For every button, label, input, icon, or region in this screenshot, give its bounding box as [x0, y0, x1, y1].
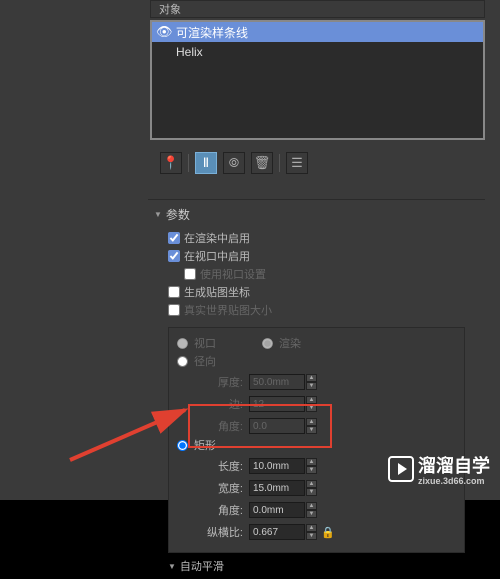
checkbox-label: 自动平滑: [180, 558, 224, 574]
spinner-up-icon[interactable]: ▲: [306, 374, 317, 382]
param-label: 宽度:: [199, 480, 243, 496]
radial-radio-row[interactable]: 径向: [177, 352, 456, 370]
sides-spinner[interactable]: ▲▼: [249, 396, 317, 412]
render-radio[interactable]: [262, 338, 273, 349]
list-item-label: 可渲染样条线: [176, 24, 248, 41]
collapse-icon: ▼: [154, 210, 162, 219]
delete-button[interactable]: 🗑: [251, 152, 273, 174]
visibility-icon[interactable]: 👁: [156, 24, 176, 40]
spinner-input[interactable]: [249, 458, 305, 474]
watermark-brand: 溜溜自学: [418, 456, 490, 476]
thickness-spinner[interactable]: ▲▼: [249, 374, 317, 390]
param-label: 角度:: [199, 502, 243, 518]
object-list[interactable]: 👁 可渲染样条线 Helix: [150, 20, 485, 140]
checkbox-label: 在渲染中启用: [184, 230, 250, 246]
aspect-row: 纵横比: ▲▼ 🔒: [199, 522, 456, 542]
auto-smooth-checkbox[interactable]: ▼ 自动平滑: [168, 557, 465, 575]
watermark-url: zixue.3d66.com: [418, 476, 490, 486]
modifier-toolbar: 📍 Ⅱ ⦾ 🗑 ☰: [160, 148, 308, 178]
checkbox-label: 在视口中启用: [184, 248, 250, 264]
spinner-up-icon[interactable]: ▲: [306, 480, 317, 488]
checkbox-input[interactable]: [168, 250, 180, 262]
spinner-down-icon[interactable]: ▼: [306, 382, 317, 390]
checkbox-label: 使用视口设置: [200, 266, 266, 282]
enable-render-checkbox[interactable]: 在渲染中启用: [168, 229, 465, 247]
rect-angle-row: 角度: ▲▼: [199, 500, 456, 520]
spinner-up-icon[interactable]: ▲: [306, 418, 317, 426]
radio-label: 渲染: [279, 335, 309, 351]
topbar-label: 对象: [159, 1, 181, 17]
configure-button[interactable]: ☰: [286, 152, 308, 174]
radio-label: 视口: [194, 335, 224, 351]
spinner-down-icon[interactable]: ▼: [306, 510, 317, 518]
topbar: 对象: [150, 0, 485, 18]
use-viewport-checkbox[interactable]: 使用视口设置: [168, 265, 465, 283]
param-label: 边:: [199, 396, 243, 412]
spinner-down-icon[interactable]: ▼: [306, 488, 317, 496]
rect-radio[interactable]: [177, 440, 188, 451]
param-label: 角度:: [199, 418, 243, 434]
info-icon: Ⅱ: [203, 155, 209, 171]
radial-angle-row: 角度: ▲▼: [199, 416, 456, 436]
spinner-down-icon[interactable]: ▼: [306, 426, 317, 434]
list-item[interactable]: Helix: [152, 42, 483, 62]
spinner-up-icon[interactable]: ▲: [306, 524, 317, 532]
thickness-row: 厚度: ▲▼: [199, 372, 456, 392]
trash-icon: 🗑: [254, 155, 271, 171]
length-spinner[interactable]: ▲▼: [249, 458, 317, 474]
width-spinner[interactable]: ▲▼: [249, 480, 317, 496]
aspect-spinner[interactable]: ▲▼: [249, 524, 317, 540]
spinner-down-icon[interactable]: ▼: [306, 466, 317, 474]
viewport-render-radio-row: 视口 渲染: [177, 334, 456, 352]
spinner-input[interactable]: [249, 418, 305, 434]
link-icon: ⦾: [229, 155, 239, 171]
section-title: 参数: [166, 206, 190, 223]
spinner-up-icon[interactable]: ▲: [306, 502, 317, 510]
checkbox-input[interactable]: [168, 304, 180, 316]
section-header[interactable]: ▼ 参数: [148, 204, 485, 225]
list-item[interactable]: 👁 可渲染样条线: [152, 22, 483, 42]
pin-button[interactable]: 📍: [160, 152, 182, 174]
spinner-input[interactable]: [249, 502, 305, 518]
radio-label: 矩形: [194, 437, 216, 453]
checkbox-label: 生成贴图坐标: [184, 284, 250, 300]
spinner-input[interactable]: [249, 524, 305, 540]
shape-group: 视口 渲染 径向 厚度: ▲▼: [168, 327, 465, 553]
radial-radio[interactable]: [177, 356, 188, 367]
lock-icon[interactable]: 🔒: [321, 526, 335, 539]
angle-spinner[interactable]: ▲▼: [249, 418, 317, 434]
viewport-radio[interactable]: [177, 338, 188, 349]
real-world-checkbox[interactable]: 真实世界贴图大小: [168, 301, 465, 319]
spinner-down-icon[interactable]: ▼: [306, 404, 317, 412]
param-label: 纵横比:: [199, 524, 243, 540]
list-item-label: Helix: [176, 45, 203, 59]
spinner-input[interactable]: [249, 480, 305, 496]
spinner-input[interactable]: [249, 396, 305, 412]
spinner-up-icon[interactable]: ▲: [306, 458, 317, 466]
checkbox-input[interactable]: [184, 268, 196, 280]
watermark: 溜溜自学 zixue.3d66.com: [388, 452, 490, 486]
enable-viewport-checkbox[interactable]: 在视口中启用: [168, 247, 465, 265]
play-icon: [388, 456, 414, 482]
checkbox-input[interactable]: [168, 286, 180, 298]
param-label: 长度:: [199, 458, 243, 474]
param-label: 厚度:: [199, 374, 243, 390]
gen-map-checkbox[interactable]: 生成贴图坐标: [168, 283, 465, 301]
radio-label: 径向: [194, 353, 216, 369]
config-icon: ☰: [291, 155, 303, 171]
make-unique-button[interactable]: ⦾: [223, 152, 245, 174]
angle-spinner[interactable]: ▲▼: [249, 502, 317, 518]
spinner-up-icon[interactable]: ▲: [306, 396, 317, 404]
parameters-section: ▼ 参数 在渲染中启用 在视口中启用 使用视口设置 生成贴图坐标 真实世: [148, 195, 485, 579]
spinner-down-icon[interactable]: ▼: [306, 532, 317, 540]
spinner-input[interactable]: [249, 374, 305, 390]
sides-row: 边: ▲▼: [199, 394, 456, 414]
checkbox-input[interactable]: [168, 232, 180, 244]
checkbox-label: 真实世界贴图大小: [184, 302, 272, 318]
show-result-button[interactable]: Ⅱ: [195, 152, 217, 174]
pin-icon: 📍: [163, 155, 179, 171]
